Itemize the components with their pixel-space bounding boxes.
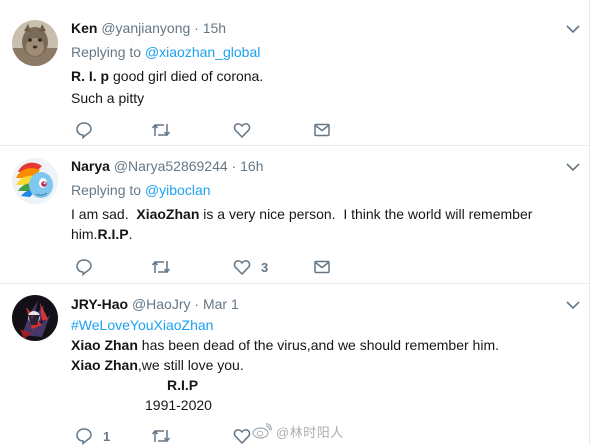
tweet[interactable]: Narya @Narya52869244 · 16h Replying to @… — [0, 146, 590, 284]
watermark-text: @林时阳人 — [276, 424, 344, 440]
like-icon — [233, 123, 251, 139]
like-icon — [233, 429, 251, 445]
weibo-icon — [252, 423, 272, 439]
text-bold: Xiao Zhan — [71, 337, 138, 353]
share-icon — [314, 260, 330, 274]
replying-to: Replying to @xiaozhan_global — [71, 44, 260, 60]
years-line: 1991-2020 — [145, 397, 212, 413]
reply-icon — [76, 122, 92, 139]
mention-link[interactable]: @yiboclan — [145, 182, 211, 198]
retweet-icon — [151, 260, 171, 274]
user-handle[interactable]: @yanjianyong — [101, 20, 190, 36]
timestamp[interactable]: 16h — [240, 158, 263, 174]
tweet-text: Xiao Zhan has been dead of the virus,and… — [71, 335, 571, 375]
separator-dot: · — [194, 20, 199, 36]
rip-text: R.I.P — [167, 377, 199, 393]
reply-count: 1 — [103, 428, 111, 444]
text-run: good girl died of corona. — [109, 68, 264, 84]
share-button[interactable] — [313, 120, 331, 140]
user-handle[interactable]: @Narya52869244 — [114, 158, 228, 174]
text-run: I am sad. — [71, 206, 137, 222]
replying-to-prefix: Replying to — [71, 44, 145, 60]
timestamp[interactable]: Mar 1 — [203, 296, 239, 312]
hashtag-link[interactable]: #WeLoveYouXiaoZhan — [71, 317, 213, 333]
tweet-actions: 3 — [71, 257, 491, 277]
avatar[interactable] — [12, 20, 58, 66]
chevron-down-icon[interactable] — [564, 22, 582, 36]
retweet-button[interactable] — [151, 120, 171, 140]
like-button[interactable]: 3 — [233, 257, 268, 277]
timestamp[interactable]: 15h — [203, 20, 226, 36]
reply-icon — [76, 428, 92, 445]
chevron-down-icon[interactable] — [564, 160, 582, 174]
user-handle[interactable]: @HaoJry — [132, 296, 191, 312]
like-icon — [233, 260, 251, 276]
like-count: 3 — [261, 259, 269, 275]
reply-button[interactable]: 1 — [75, 426, 110, 445]
separator-dot: · — [231, 158, 237, 174]
tweet-header: Ken @yanjianyong · 15h — [71, 20, 226, 36]
tweet-text: R. I. p good girl died of corona. Such a… — [71, 66, 571, 108]
display-name[interactable]: Ken — [71, 20, 97, 36]
reply-icon — [76, 259, 92, 276]
display-name[interactable]: JRY-Hao — [71, 296, 128, 312]
avatar[interactable] — [12, 158, 58, 204]
text-line: Such a pitty — [71, 90, 145, 106]
tweet-header: JRY-Hao @HaoJry · Mar 1 — [71, 296, 239, 312]
replying-to-prefix: Replying to — [71, 182, 145, 198]
retweet-icon — [151, 123, 171, 137]
watermark: @林时阳人 — [252, 421, 344, 441]
tweet-actions — [71, 120, 491, 140]
text-bold: Xiao Zhan — [71, 357, 138, 373]
avatar[interactable] — [12, 295, 58, 341]
rip-line: R.I.P — [167, 377, 198, 393]
text-run: ,we still love you. — [137, 357, 244, 373]
tweet[interactable]: Ken @yanjianyong · 15h Replying to @xiao… — [0, 8, 590, 146]
replying-to: Replying to @yiboclan — [71, 182, 211, 198]
text-bold: R.I.P — [97, 226, 129, 242]
text-run: . — [128, 226, 133, 242]
timeline: Ken @yanjianyong · 15h Replying to @xiao… — [0, 0, 590, 445]
display-name[interactable]: Narya — [71, 158, 110, 174]
tweet-text: I am sad. XiaoZhan is a very nice person… — [71, 204, 536, 244]
like-button[interactable] — [233, 120, 251, 140]
retweet-icon — [151, 429, 171, 443]
hashtag-line: #WeLoveYouXiaoZhan — [71, 317, 213, 333]
text-bold: XiaoZhan — [136, 206, 200, 222]
like-button[interactable] — [233, 426, 251, 445]
reply-button[interactable] — [75, 257, 93, 277]
share-icon — [314, 123, 330, 137]
share-button[interactable] — [313, 257, 331, 277]
mention-link[interactable]: @xiaozhan_global — [145, 44, 260, 60]
tweet-header: Narya @Narya52869244 · 16h — [71, 158, 263, 174]
retweet-button[interactable] — [151, 426, 171, 445]
reply-button[interactable] — [75, 120, 93, 140]
retweet-button[interactable] — [151, 257, 171, 277]
chevron-down-icon[interactable] — [564, 298, 582, 312]
text-bold: R. I. p — [71, 68, 110, 84]
text-run: has been dead of the virus,and we should… — [137, 337, 500, 353]
separator-dot: · — [194, 296, 200, 312]
